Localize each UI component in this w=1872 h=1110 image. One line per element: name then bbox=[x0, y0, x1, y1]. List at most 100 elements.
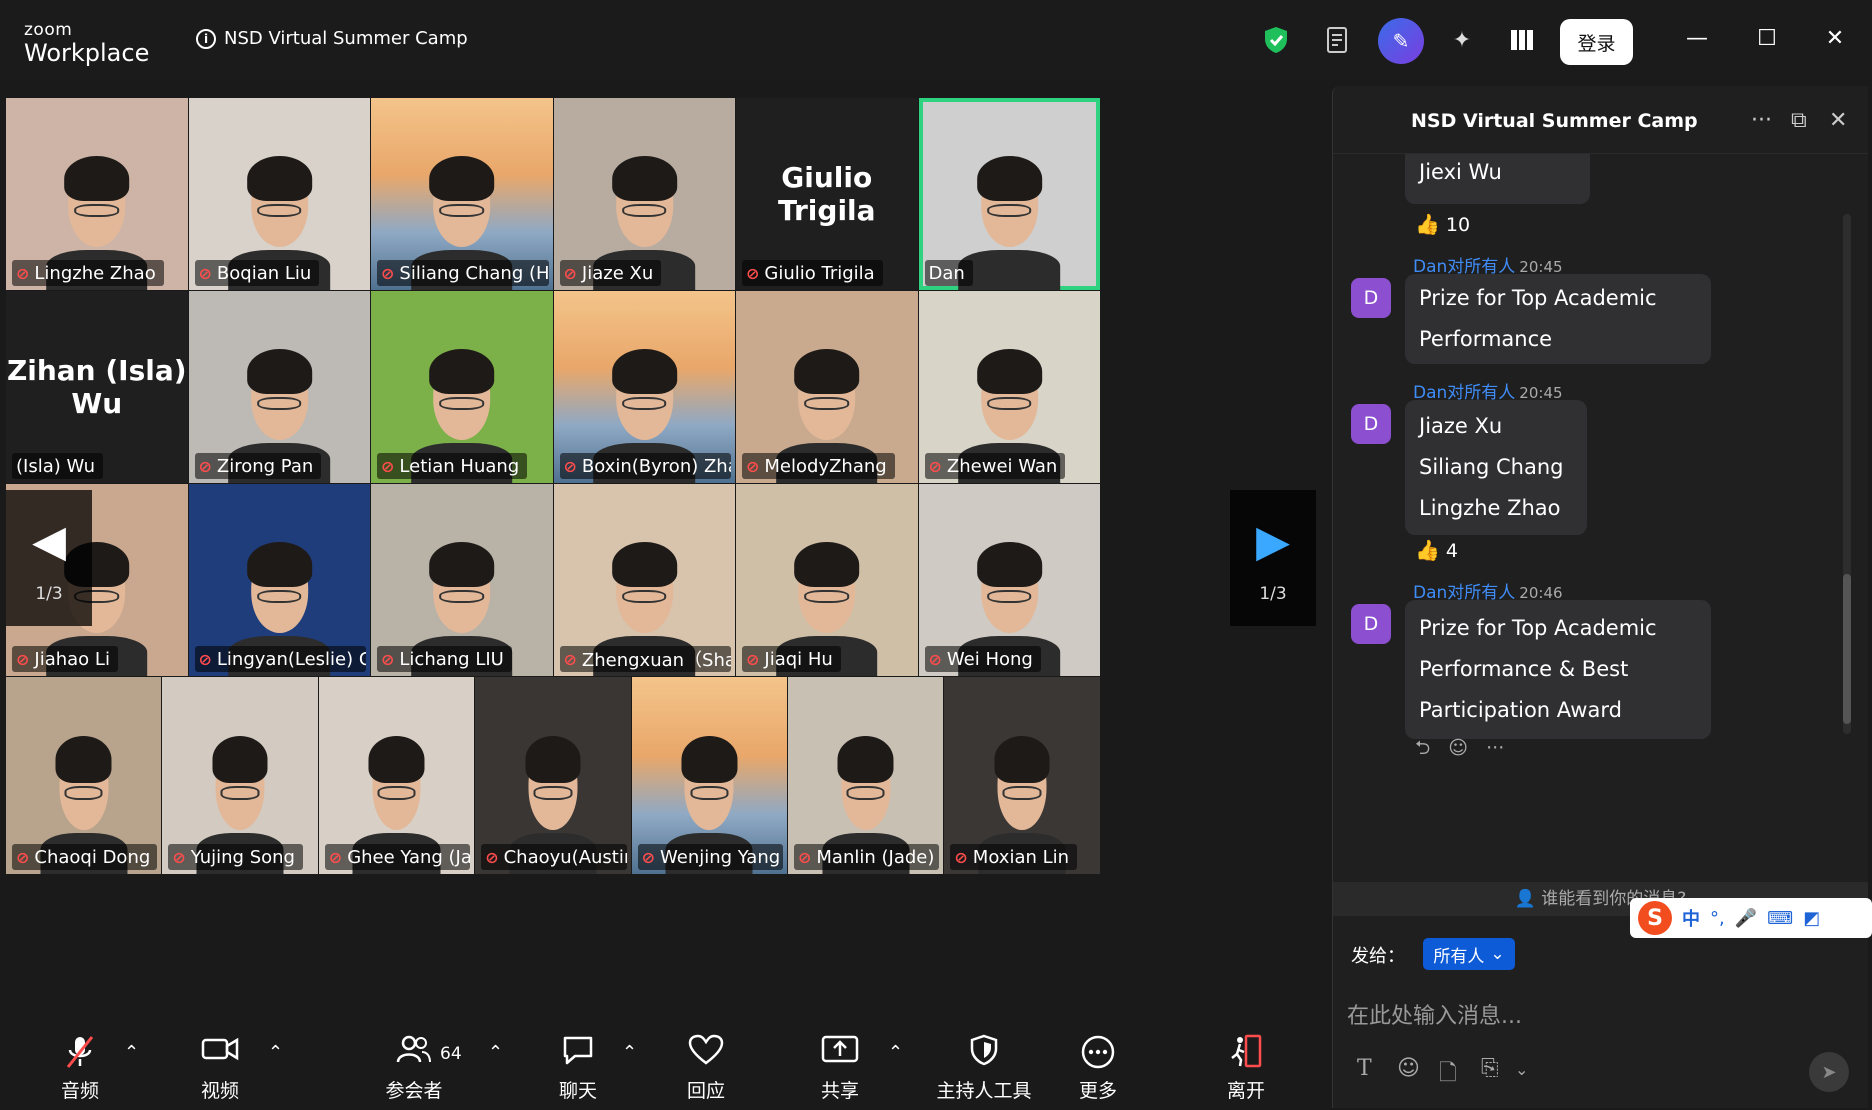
file-icon[interactable]: 🗋 bbox=[1439, 1056, 1457, 1094]
recipient-dropdown[interactable]: 所有人 ⌄ bbox=[1423, 938, 1515, 970]
participant-tile[interactable]: ⊘Boxin(Byron) Zhang bbox=[553, 291, 735, 483]
reaction-badge[interactable]: 👍 4 bbox=[1415, 538, 1458, 562]
participant-name: Zhengxuan（Shaw... bbox=[581, 650, 731, 671]
leave-door-icon bbox=[1196, 1034, 1296, 1074]
participant-name: Manlin (Jade) W... bbox=[816, 846, 939, 868]
participant-name-tag: ⊘ Jiaqi Hu bbox=[742, 646, 841, 672]
scrollbar-thumb[interactable] bbox=[1843, 574, 1851, 724]
more-button[interactable]: 更多 bbox=[1048, 1034, 1148, 1103]
participant-tile[interactable]: ⊘ Lichang LIU bbox=[371, 484, 553, 676]
video-button[interactable]: 视频 bbox=[170, 1034, 270, 1103]
participant-name: Jiaqi Hu bbox=[764, 648, 833, 670]
voice-icon[interactable]: 🎤 bbox=[1735, 908, 1757, 929]
thumbs-up-icon: 👍 bbox=[1415, 538, 1440, 562]
host-shield-icon bbox=[924, 1034, 1044, 1074]
send-button[interactable]: ➤ bbox=[1809, 1052, 1849, 1092]
mic-muted-icon: ⊘ bbox=[16, 649, 30, 669]
keyboard-icon[interactable]: ⌨ bbox=[1767, 908, 1793, 929]
chat-message-bubble: Prize for Top Academic Performance & Bes… bbox=[1405, 600, 1711, 739]
notes-icon[interactable] bbox=[1320, 22, 1356, 58]
avatar[interactable]: D bbox=[1351, 278, 1391, 318]
screenshot-icon[interactable]: ⎘ bbox=[1481, 1056, 1499, 1081]
participant-tile[interactable]: ⊘ Jiaze Xu bbox=[553, 98, 735, 290]
leave-button[interactable]: 离开 bbox=[1196, 1034, 1296, 1103]
emoji-icon[interactable]: ☺ bbox=[1397, 1056, 1420, 1081]
sogou-logo-icon: S bbox=[1638, 901, 1672, 935]
ai-companion-icon[interactable]: ✎ bbox=[1378, 18, 1424, 64]
participants-count: 64 bbox=[440, 1044, 462, 1064]
participant-tile[interactable]: ⊘Lingyan(Leslie) Cui bbox=[188, 484, 370, 676]
meeting-toolbar: 音频 ⌃ 视频 ⌃ 参会者 64 ⌃ 聊天 ⌃ 回应 共享 ⌃ 主持人工具 更多… bbox=[0, 1022, 1330, 1110]
chat-panel: NSD Virtual Summer Camp ··· ⧉ ✕ Jiexi Wu… bbox=[1332, 86, 1868, 1108]
chat-button[interactable]: 聊天 bbox=[528, 1034, 628, 1103]
login-button[interactable]: 登录 bbox=[1560, 19, 1633, 65]
avatar[interactable]: D bbox=[1351, 404, 1391, 444]
mic-muted-icon: ⊘ bbox=[563, 649, 577, 669]
participant-tile[interactable]: Dan bbox=[918, 98, 1100, 290]
next-page-button[interactable]: ▶ 1/3 bbox=[1230, 490, 1316, 626]
avatar[interactable]: D bbox=[1351, 604, 1391, 644]
chat-messages: Jiexi Wu 👍 10 Dan对所有人 20:45 D Prize for To… bbox=[1333, 154, 1868, 884]
mic-muted-icon: ⊘ bbox=[198, 263, 212, 283]
skin-icon[interactable]: ◩ bbox=[1803, 908, 1820, 929]
reply-icon[interactable]: ⮌ bbox=[1415, 737, 1430, 759]
add-reaction-icon[interactable]: ☺ bbox=[1448, 737, 1468, 759]
participant-tile[interactable]: ⊘ Lingzhe Zhao bbox=[6, 98, 188, 290]
participant-tile[interactable]: ⊘ Wei Hong bbox=[918, 484, 1100, 676]
participant-tile[interactable]: ⊘Ghee Yang (Jayd... bbox=[318, 677, 475, 874]
participant-tile[interactable]: ⊘ MelodyZhang bbox=[736, 291, 918, 483]
ai-sparkle-icon[interactable]: ✦ bbox=[1444, 22, 1480, 58]
prev-page-button[interactable]: ◀ 1/3 bbox=[6, 490, 92, 626]
screenshot-options-caret[interactable]: ⌄ bbox=[1515, 1060, 1528, 1079]
compose-toolbar: T ☺ 🗋 ⎘ ⌄ bbox=[1353, 1056, 1853, 1092]
participant-tile[interactable]: ⊘ Zirong Pan bbox=[188, 291, 370, 483]
host-tools-button[interactable]: 主持人工具 bbox=[924, 1034, 1044, 1103]
participant-tile[interactable]: ⊘Zhengxuan（Shaw... bbox=[553, 484, 735, 676]
chat-options-caret[interactable]: ⌃ bbox=[622, 1042, 637, 1063]
info-icon[interactable]: i bbox=[196, 28, 216, 49]
meeting-info[interactable]: i NSD Virtual Summer Camp bbox=[196, 28, 468, 49]
popout-icon[interactable]: ⧉ bbox=[1791, 108, 1807, 133]
maximize-icon[interactable]: ☐ bbox=[1752, 26, 1782, 51]
share-options-caret[interactable]: ⌃ bbox=[888, 1042, 903, 1063]
participant-tile[interactable]: Giulio Trigila ⊘ Giulio Trigila bbox=[736, 98, 918, 290]
participant-tile[interactable]: ⊘Siliang Chang (He) bbox=[371, 98, 553, 290]
participant-tile[interactable]: ⊘ Moxian Lin bbox=[944, 677, 1100, 874]
mic-muted-icon: ⊘ bbox=[485, 847, 499, 867]
ime-toolbar[interactable]: S 中 °, 🎤 ⌨ ◩ bbox=[1630, 898, 1872, 938]
ime-language[interactable]: 中 bbox=[1682, 905, 1700, 931]
close-icon[interactable]: ✕ bbox=[1820, 26, 1850, 51]
participant-name-tag: ⊘ Lingzhe Zhao bbox=[12, 260, 164, 286]
participant-tile[interactable]: ⊘ Yujing Song bbox=[162, 677, 318, 874]
participant-tile[interactable]: ⊘ Jiaqi Hu bbox=[736, 484, 918, 676]
chat-scrollbar[interactable] bbox=[1843, 214, 1851, 734]
text-format-icon[interactable]: T bbox=[1357, 1056, 1372, 1081]
shield-check-icon[interactable] bbox=[1258, 22, 1294, 58]
participant-tile[interactable]: ⊘ Letian Huang bbox=[371, 291, 553, 483]
participant-tile[interactable]: ⊘ Boqian Liu bbox=[188, 98, 370, 290]
minimize-icon[interactable]: — bbox=[1682, 26, 1712, 51]
participant-tile[interactable]: ⊘ Zhewei Wan bbox=[918, 291, 1100, 483]
participant-name-tag: ⊘Ghee Yang (Jayd... bbox=[324, 844, 471, 870]
more-options-icon[interactable]: ··· bbox=[1751, 108, 1772, 133]
participant-name: Boqian Liu bbox=[216, 262, 312, 284]
audio-button[interactable]: 音频 bbox=[30, 1034, 130, 1103]
mic-muted-icon: ⊘ bbox=[746, 649, 760, 669]
video-options-caret[interactable]: ⌃ bbox=[268, 1042, 283, 1063]
participant-tile[interactable]: Zihan (Isla) Wu (Isla) Wu bbox=[6, 291, 188, 483]
participant-tile[interactable]: ⊘ Wenjing Yang bbox=[631, 677, 787, 874]
audio-options-caret[interactable]: ⌃ bbox=[124, 1042, 139, 1063]
punctuation-icon[interactable]: °, bbox=[1710, 908, 1725, 929]
message-input[interactable] bbox=[1347, 986, 1847, 1046]
reaction-badge[interactable]: 👍 10 bbox=[1415, 212, 1470, 236]
share-button[interactable]: 共享 bbox=[790, 1034, 890, 1103]
more-actions-icon[interactable]: ··· bbox=[1486, 737, 1504, 759]
participants-options-caret[interactable]: ⌃ bbox=[488, 1042, 503, 1063]
react-button[interactable]: 回应 bbox=[656, 1034, 756, 1103]
share-label: 共享 bbox=[820, 1080, 859, 1102]
participant-tile[interactable]: ⊘Chaoyu(Austin)... bbox=[475, 677, 631, 874]
layout-icon[interactable] bbox=[1504, 22, 1540, 58]
participant-tile[interactable]: ⊘Manlin (Jade) W... bbox=[788, 677, 944, 874]
participant-tile[interactable]: ⊘ Chaoqi Dong bbox=[6, 677, 162, 874]
close-chat-icon[interactable]: ✕ bbox=[1829, 108, 1847, 133]
